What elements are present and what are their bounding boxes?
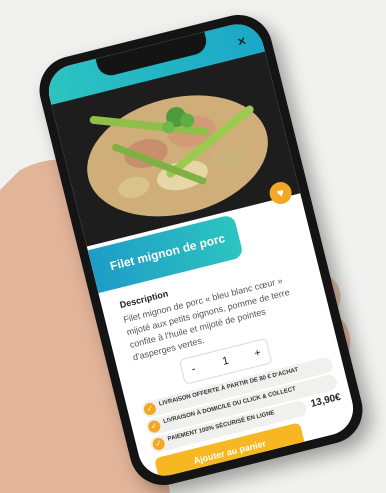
increment-button[interactable]: + (244, 339, 271, 368)
check-icon: ✓ (147, 419, 162, 434)
check-icon: ✓ (151, 436, 166, 452)
decrement-button[interactable]: - (180, 355, 207, 384)
dish-title: Filet mignon de porc (108, 231, 227, 274)
check-icon: ✓ (142, 401, 158, 417)
quantity-value: 1 (221, 354, 231, 368)
photo-scene: × ♥ Filet mignon de porc Description Fil… (0, 0, 386, 493)
